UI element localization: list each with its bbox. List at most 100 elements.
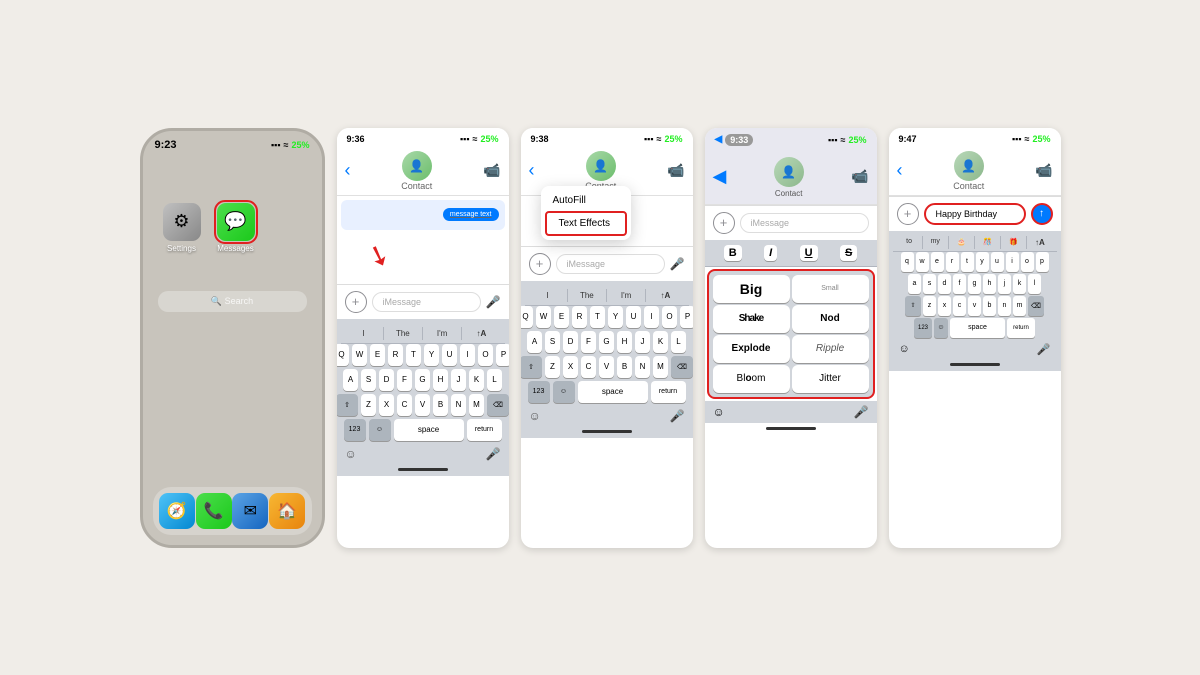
key-g[interactable]: G bbox=[415, 369, 430, 391]
underline-button[interactable]: U bbox=[800, 245, 818, 261]
key-c5[interactable]: c bbox=[953, 296, 966, 316]
key-b3[interactable]: B bbox=[617, 356, 632, 378]
key-shift-3[interactable]: ⇧ bbox=[521, 356, 543, 378]
phone-dock-icon[interactable]: 📞 bbox=[196, 493, 232, 529]
key-del-3[interactable]: ⌫ bbox=[671, 356, 693, 378]
mic-icon-2[interactable]: 🎤 bbox=[486, 295, 501, 309]
key-q3[interactable]: Q bbox=[521, 306, 534, 328]
key-m3[interactable]: M bbox=[653, 356, 668, 378]
key-x[interactable]: X bbox=[379, 394, 394, 416]
key-s[interactable]: S bbox=[361, 369, 376, 391]
key-j5[interactable]: j bbox=[998, 274, 1011, 294]
key-m[interactable]: M bbox=[469, 394, 484, 416]
messages-icon[interactable]: 💬 bbox=[217, 203, 255, 241]
italic-button[interactable]: I bbox=[764, 245, 777, 261]
key-d5[interactable]: d bbox=[938, 274, 951, 294]
key-s5[interactable]: s bbox=[923, 274, 936, 294]
sug-gift[interactable]: 🎁 bbox=[1001, 236, 1027, 249]
key-k5[interactable]: k bbox=[1013, 274, 1026, 294]
key-e3[interactable]: E bbox=[554, 306, 569, 328]
key-h5[interactable]: h bbox=[983, 274, 996, 294]
key-c[interactable]: C bbox=[397, 394, 412, 416]
sug-the-3[interactable]: The bbox=[568, 289, 607, 302]
send-button-5[interactable]: ↑ bbox=[1031, 203, 1053, 225]
settings-icon[interactable]: ⚙ bbox=[163, 203, 201, 241]
key-space-3[interactable]: space bbox=[578, 381, 648, 403]
emoji-icon-5[interactable]: ☺ bbox=[899, 343, 910, 356]
key-w5[interactable]: w bbox=[916, 252, 929, 272]
key-i5[interactable]: i bbox=[1006, 252, 1019, 272]
sug-im-3[interactable]: I'm bbox=[607, 289, 646, 302]
safari-dock-icon[interactable]: 🧭 bbox=[159, 493, 195, 529]
key-v5[interactable]: v bbox=[968, 296, 981, 316]
sug-i-3[interactable]: I bbox=[529, 289, 568, 302]
key-d[interactable]: D bbox=[379, 369, 394, 391]
key-e[interactable]: E bbox=[370, 344, 385, 366]
key-z5[interactable]: z bbox=[923, 296, 936, 316]
key-space-5[interactable]: space bbox=[950, 318, 1005, 338]
back-tiny-4[interactable]: ◀ bbox=[715, 134, 723, 145]
key-x5[interactable]: x bbox=[938, 296, 951, 316]
home-search-bar[interactable]: 🔍 Search bbox=[158, 291, 307, 312]
key-y3[interactable]: Y bbox=[608, 306, 623, 328]
key-t[interactable]: T bbox=[406, 344, 421, 366]
key-j3[interactable]: J bbox=[635, 331, 650, 353]
key-y[interactable]: Y bbox=[424, 344, 439, 366]
key-i[interactable]: I bbox=[460, 344, 475, 366]
back-button-3[interactable]: ‹ bbox=[529, 160, 535, 181]
key-w[interactable]: W bbox=[352, 344, 367, 366]
sug-to[interactable]: to bbox=[897, 236, 923, 249]
key-f3[interactable]: F bbox=[581, 331, 596, 353]
back-button-4[interactable]: ◀ bbox=[713, 166, 727, 187]
key-return-3[interactable]: return bbox=[651, 381, 686, 403]
key-l[interactable]: L bbox=[487, 369, 502, 391]
key-b[interactable]: B bbox=[433, 394, 448, 416]
dictate-icon-4[interactable]: 🎤 bbox=[854, 405, 869, 419]
key-shift-2[interactable]: ⇧ bbox=[337, 394, 359, 416]
key-g3[interactable]: G bbox=[599, 331, 614, 353]
key-return-2[interactable]: return bbox=[467, 419, 502, 441]
key-v[interactable]: V bbox=[415, 394, 430, 416]
key-y5[interactable]: y bbox=[976, 252, 989, 272]
key-n[interactable]: N bbox=[451, 394, 466, 416]
key-n3[interactable]: N bbox=[635, 356, 650, 378]
plus-button-4[interactable]: + bbox=[713, 212, 735, 234]
message-input-4[interactable]: iMessage bbox=[740, 213, 869, 233]
key-l5[interactable]: l bbox=[1028, 274, 1041, 294]
key-del-5[interactable]: ⌫ bbox=[1028, 296, 1044, 316]
key-a3[interactable]: A bbox=[527, 331, 542, 353]
key-a5[interactable]: a bbox=[908, 274, 921, 294]
key-z[interactable]: Z bbox=[361, 394, 376, 416]
emoji-icon-3[interactable]: ☺ bbox=[529, 409, 541, 423]
back-button-5[interactable]: ‹ bbox=[897, 160, 903, 181]
key-r3[interactable]: R bbox=[572, 306, 587, 328]
key-k[interactable]: K bbox=[469, 369, 484, 391]
message-input-2[interactable]: iMessage bbox=[372, 292, 481, 312]
effect-ripple[interactable]: Ripple bbox=[792, 335, 869, 363]
key-w3[interactable]: W bbox=[536, 306, 551, 328]
key-h[interactable]: H bbox=[433, 369, 448, 391]
strikethrough-button[interactable]: S bbox=[840, 245, 857, 261]
key-num-2[interactable]: 123 bbox=[344, 419, 366, 441]
dictate-icon-2[interactable]: 🎤 bbox=[486, 447, 501, 461]
key-h3[interactable]: H bbox=[617, 331, 632, 353]
key-return-5[interactable]: return bbox=[1007, 318, 1035, 338]
key-del-2[interactable]: ⌫ bbox=[487, 394, 509, 416]
key-g5[interactable]: g bbox=[968, 274, 981, 294]
effect-shake[interactable]: Shake bbox=[713, 305, 790, 333]
key-i3[interactable]: I bbox=[644, 306, 659, 328]
key-p3[interactable]: P bbox=[680, 306, 693, 328]
mic-icon-3[interactable]: 🎤 bbox=[670, 257, 685, 271]
key-x3[interactable]: X bbox=[563, 356, 578, 378]
video-icon-4[interactable]: 📹 bbox=[851, 168, 868, 185]
key-u3[interactable]: U bbox=[626, 306, 641, 328]
mail-dock-icon[interactable]: ✉ bbox=[232, 493, 268, 529]
key-m5[interactable]: m bbox=[1013, 296, 1026, 316]
back-button-2[interactable]: ‹ bbox=[345, 160, 351, 181]
sug-aa-3[interactable]: ↑A bbox=[646, 289, 684, 302]
dictate-icon-5[interactable]: 🎤 bbox=[1037, 343, 1051, 356]
sug-the-2[interactable]: The bbox=[384, 327, 423, 340]
messages-app[interactable]: 💬 Messages bbox=[217, 203, 255, 253]
key-t3[interactable]: T bbox=[590, 306, 605, 328]
video-icon-5[interactable]: 📹 bbox=[1035, 162, 1052, 179]
